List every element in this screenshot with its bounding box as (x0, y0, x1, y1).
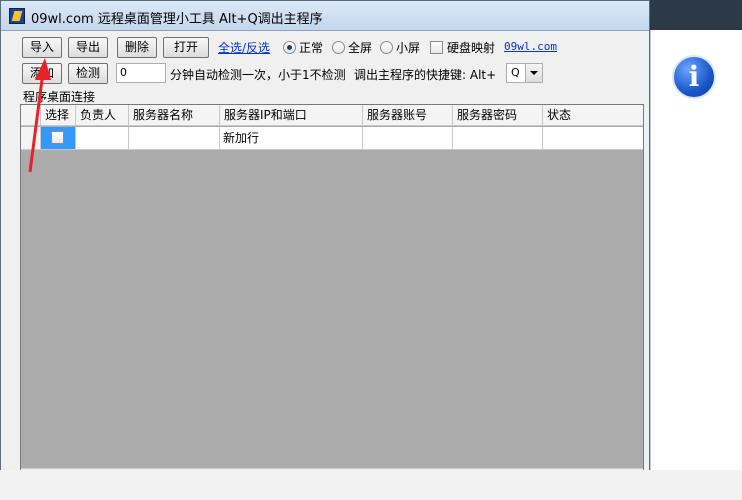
table-header: 选择 负责人 服务器名称 服务器IP和端口 服务器账号 服务器密码 状态 (21, 105, 643, 126)
column-header-select[interactable]: 选择 (41, 105, 76, 126)
mode-fullscreen-label[interactable]: 全屏 (348, 39, 372, 56)
main-content: 导入 导出 删除 打开 全选/反选 正常 全屏 小屏 硬盘映射 09wl.com… (1, 32, 649, 500)
mode-normal-radio[interactable] (283, 41, 296, 54)
mode-normal-label[interactable]: 正常 (299, 39, 323, 56)
server-name-cell[interactable] (129, 127, 220, 149)
select-all-link[interactable]: 全选/反选 (218, 39, 270, 56)
column-header-status[interactable]: 状态 (543, 105, 643, 126)
mode-small-radio[interactable] (380, 41, 393, 54)
column-header-account[interactable]: 服务器账号 (363, 105, 453, 126)
title-bar[interactable]: 09wl.com 远程桌面管理小工具 Alt+Q调出主程序 (1, 1, 649, 31)
column-header-owner[interactable]: 负责人 (76, 105, 129, 126)
import-button[interactable]: 导入 (22, 37, 62, 58)
row-select-checkbox[interactable] (51, 131, 64, 144)
hotkey-label: 调出主程序的快捷键: Alt+ (354, 68, 497, 82)
hotkey-select[interactable]: Q (506, 63, 543, 83)
add-button[interactable]: 添加 (22, 63, 62, 84)
column-header-password[interactable]: 服务器密码 (453, 105, 543, 126)
password-cell[interactable] (453, 127, 543, 149)
disk-map-label[interactable]: 硬盘映射 (447, 39, 495, 56)
background-page (0, 470, 742, 500)
check-button[interactable]: 检测 (68, 63, 108, 84)
disk-map-checkbox[interactable] (430, 41, 443, 54)
column-header-ip-port[interactable]: 服务器IP和端口 (220, 105, 363, 126)
select-cell[interactable] (41, 127, 76, 149)
export-button[interactable]: 导出 (68, 37, 108, 58)
owner-cell[interactable] (76, 127, 129, 149)
site-link[interactable]: 09wl.com (504, 40, 557, 53)
account-cell[interactable] (363, 127, 453, 149)
mode-small-label[interactable]: 小屏 (396, 39, 420, 56)
interval-input[interactable]: 0 (116, 63, 166, 83)
ip-port-cell[interactable]: 新加行 (220, 127, 363, 149)
app-logo-icon (9, 8, 25, 24)
column-header-server-name[interactable]: 服务器名称 (129, 105, 220, 126)
hotkey-value: Q (511, 66, 520, 79)
chevron-down-icon[interactable] (525, 64, 542, 82)
table-row[interactable]: 新加行 (21, 127, 643, 150)
interval-description: 分钟自动检测一次，小于1不检测 (170, 68, 346, 82)
group-label: 程序桌面连接 (23, 88, 98, 105)
window-title: 09wl.com 远程桌面管理小工具 Alt+Q调出主程序 (31, 12, 323, 27)
row-header-corner (21, 105, 41, 126)
app-window: 09wl.com 远程桌面管理小工具 Alt+Q调出主程序 导入 导出 删除 打… (0, 0, 650, 500)
delete-button[interactable]: 删除 (117, 37, 157, 58)
row-header[interactable] (21, 127, 41, 149)
status-cell[interactable] (543, 127, 643, 149)
info-icon: i (672, 55, 716, 99)
server-table[interactable]: 选择 负责人 服务器名称 服务器IP和端口 服务器账号 服务器密码 状态 新加行 (20, 104, 644, 486)
open-button[interactable]: 打开 (163, 37, 209, 58)
mode-fullscreen-radio[interactable] (332, 41, 345, 54)
